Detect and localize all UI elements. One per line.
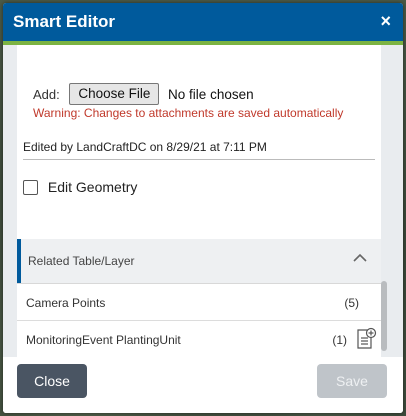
chevron-up-icon[interactable]	[353, 253, 367, 263]
related-header-accent	[17, 239, 21, 283]
attachment-warning: Warning: Changes to attachments are save…	[33, 106, 344, 120]
related-table-header[interactable]: Related Table/Layer	[17, 239, 381, 284]
related-item-count: (5)	[344, 296, 359, 310]
save-button[interactable]: Save	[317, 364, 387, 398]
related-header-label: Related Table/Layer	[28, 254, 135, 268]
related-item-monitoring-event[interactable]: MonitoringEvent PlantingUnit (1)	[17, 321, 381, 357]
scroll-area: Add: Choose File No file chosen Warning:…	[3, 45, 403, 357]
divider	[23, 159, 375, 160]
edit-geometry-row[interactable]: Edit Geometry	[23, 178, 137, 195]
add-label: Add:	[33, 86, 60, 102]
related-item-name: MonitoringEvent PlantingUnit	[26, 333, 181, 347]
file-status-text: No file chosen	[168, 86, 254, 102]
vertical-scrollbar[interactable]	[381, 281, 387, 351]
close-button[interactable]: Close	[17, 364, 87, 398]
related-item-camera-points[interactable]: Camera Points (5)	[17, 284, 381, 321]
close-icon[interactable]: ×	[380, 11, 391, 31]
add-related-record-icon[interactable]	[355, 327, 377, 351]
attribute-content: Add: Choose File No file chosen Warning:…	[17, 45, 381, 357]
smart-editor-panel: Smart Editor × Add: Choose File No file …	[3, 3, 403, 413]
panel-title: Smart Editor	[13, 12, 116, 31]
related-item-count: (1)	[332, 333, 347, 347]
choose-file-button[interactable]: Choose File	[69, 83, 160, 105]
related-item-name: Camera Points	[26, 296, 106, 310]
edit-info: Edited by LandCraftDC on 8/29/21 at 7:11…	[23, 140, 267, 154]
edit-geometry-checkbox[interactable]	[23, 179, 38, 195]
attachment-add-row: Add: Choose File No file chosen	[33, 83, 254, 105]
titlebar: Smart Editor ×	[3, 3, 403, 41]
footer: Close Save	[3, 357, 403, 413]
edit-geometry-label: Edit Geometry	[47, 179, 138, 196]
